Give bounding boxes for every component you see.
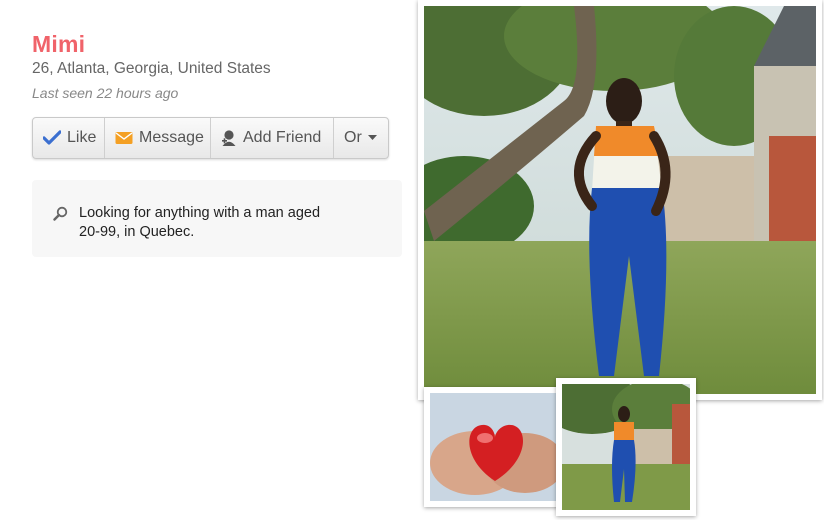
caret-down-icon: [367, 135, 377, 141]
thumbnail-profile-photo[interactable]: [556, 378, 696, 516]
action-bar: Like Message Add Friend Or: [32, 117, 389, 159]
thumbnail-heart-photo[interactable]: [424, 387, 566, 507]
main-profile-photo[interactable]: [418, 0, 822, 400]
like-label: Like: [67, 129, 97, 146]
message-label: Message: [139, 129, 204, 146]
more-label: Or: [344, 129, 362, 146]
add-friend-label: Add Friend: [243, 129, 322, 146]
profile-name: Mimi: [32, 31, 86, 57]
search-icon: [53, 206, 68, 221]
envelope-icon: [115, 131, 133, 145]
looking-for-box: Looking for anything with a man aged 20-…: [32, 180, 402, 257]
more-dropdown[interactable]: Or: [334, 118, 388, 158]
profile-location: 26, Atlanta, Georgia, United States: [32, 60, 271, 77]
add-friend-icon: [221, 129, 237, 147]
message-button[interactable]: Message: [105, 118, 211, 158]
add-friend-button[interactable]: Add Friend: [211, 118, 334, 158]
like-button[interactable]: Like: [33, 118, 105, 158]
looking-for-text: Looking for anything with a man aged 20-…: [79, 205, 321, 240]
last-seen: Last seen 22 hours ago: [32, 85, 179, 101]
check-icon: [43, 130, 61, 146]
